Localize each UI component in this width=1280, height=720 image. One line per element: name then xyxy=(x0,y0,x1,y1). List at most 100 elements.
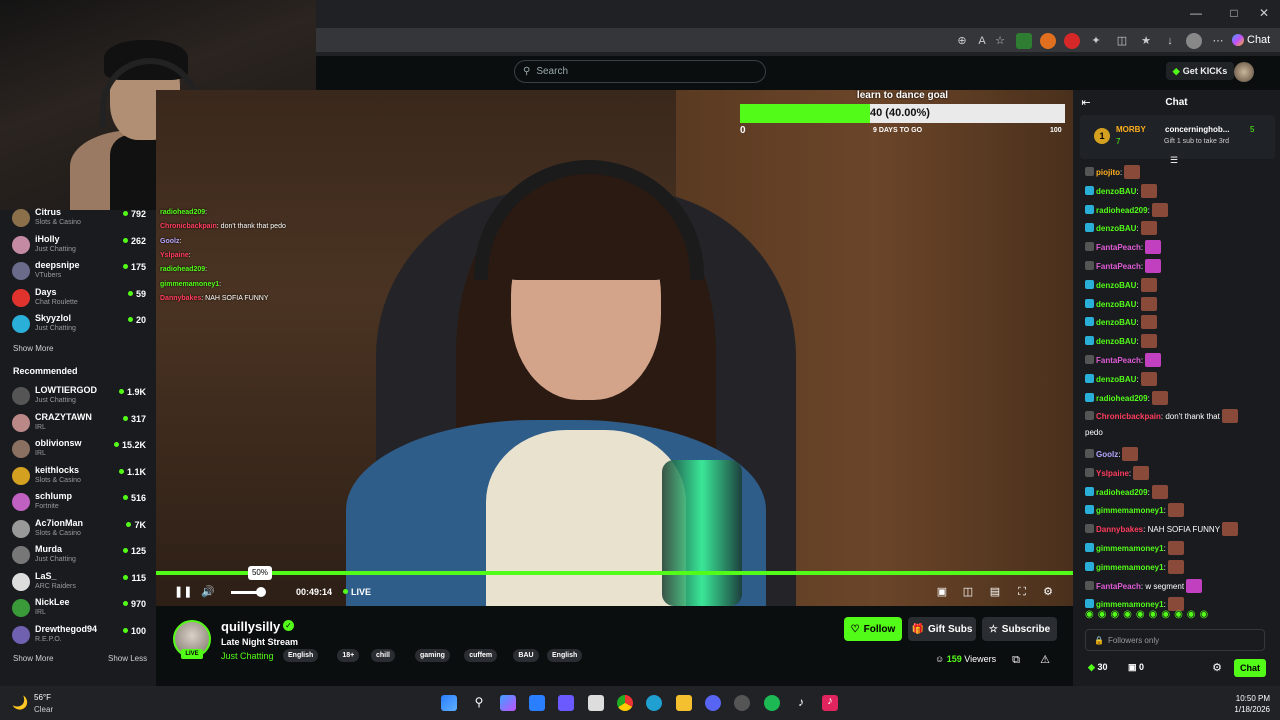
stream-category[interactable]: Just Chatting xyxy=(221,651,274,661)
chat-username[interactable]: radiohead209 xyxy=(1096,488,1148,497)
chat-username[interactable]: Goolz xyxy=(1096,450,1118,459)
filter-icon[interactable]: ☰ xyxy=(1170,155,1178,166)
fullscreen-icon[interactable]: ⛶ xyxy=(1015,585,1029,599)
copilot-chat-button[interactable]: Chat xyxy=(1232,31,1276,49)
chat-username[interactable]: FantaPeach xyxy=(1096,582,1141,591)
favorite-star-icon[interactable]: ☆ xyxy=(992,33,1008,49)
address-bar[interactable] xyxy=(316,28,1280,52)
sidebar-channel[interactable]: iHolly Just Chatting 262 xyxy=(12,233,152,259)
sidebar-channel[interactable]: Days Chat Roulette 59 xyxy=(12,286,152,312)
stream-tag[interactable]: English xyxy=(283,649,319,662)
pip-icon[interactable]: ▣ xyxy=(935,585,949,599)
app-icon[interactable] xyxy=(588,695,604,711)
minimize-icon[interactable]: — xyxy=(1186,6,1206,22)
sidebar-channel[interactable]: oblivionsw IRL 15.2K xyxy=(12,437,152,463)
leader-second-name[interactable]: concerninghob... xyxy=(1165,125,1229,134)
user-avatar[interactable] xyxy=(1234,62,1254,82)
subscribe-button[interactable]: ☆ Subscribe xyxy=(982,617,1057,641)
chat-username[interactable]: Dannybakes xyxy=(1096,525,1143,534)
volume-slider-handle[interactable] xyxy=(256,587,266,597)
chat-username[interactable]: Chronicbackpain xyxy=(1096,412,1161,421)
read-aloud-icon[interactable]: A xyxy=(974,33,990,49)
report-icon[interactable]: ⚠ xyxy=(1038,653,1052,667)
chat-username[interactable]: denzoBAU xyxy=(1096,318,1136,327)
show-more-following[interactable]: Show More xyxy=(13,344,53,353)
copilot-icon[interactable] xyxy=(500,695,516,711)
video-player[interactable] xyxy=(156,90,1073,606)
edge-icon[interactable] xyxy=(646,695,662,711)
sidebar-channel[interactable]: LaS_ ARC Raiders 115 xyxy=(12,570,152,596)
clock[interactable]: 10:50 PM 1/18/2026 xyxy=(1220,693,1270,715)
chat-username[interactable]: FantaPeach xyxy=(1096,243,1141,252)
more-menu-icon[interactable]: ⋯ xyxy=(1210,33,1226,49)
chat-username[interactable]: denzoBAU xyxy=(1096,375,1136,384)
sidebar-channel[interactable]: Skyyzlol Just Chatting 20 xyxy=(12,312,152,338)
sidebar-channel[interactable]: Murda Just Chatting 125 xyxy=(12,543,152,569)
chat-username[interactable]: gimmemamoney1 xyxy=(1096,506,1164,515)
search-icon[interactable]: ⚲ xyxy=(471,695,487,711)
maximize-icon[interactable]: □ xyxy=(1224,6,1244,22)
profile-icon[interactable] xyxy=(1186,33,1202,49)
clip-icon[interactable]: ◫ xyxy=(961,585,975,599)
sidebar-channel[interactable]: LOWTIERGOD Just Chatting 1.9K xyxy=(12,384,152,410)
spotify-icon[interactable] xyxy=(764,695,780,711)
pause-icon[interactable]: ❚❚ xyxy=(174,585,192,599)
close-icon[interactable]: ✕ xyxy=(1254,6,1274,22)
chat-username[interactable]: FantaPeach xyxy=(1096,356,1141,365)
share-icon[interactable]: ⧉ xyxy=(1009,653,1023,667)
chat-username[interactable]: denzoBAU xyxy=(1096,224,1136,233)
stream-tag[interactable]: chill xyxy=(371,649,396,662)
emote-quick-bar[interactable]: ◉◉◉◉◉◉◉◉◉◉ xyxy=(1085,609,1275,623)
sidebar-channel[interactable]: CRAZYTAWN IRL 317 xyxy=(12,411,152,437)
theater-mode-icon[interactable]: ▤ xyxy=(988,585,1002,599)
extension-icon[interactable] xyxy=(1040,33,1056,49)
extension-icon[interactable] xyxy=(1064,33,1080,49)
stream-tag[interactable]: gaming xyxy=(415,649,450,662)
chat-settings-icon[interactable]: ⚙ xyxy=(1210,661,1224,675)
gift-subs-button[interactable]: 🎁 Gift Subs xyxy=(908,617,976,641)
show-less-recommended[interactable]: Show Less xyxy=(108,654,147,663)
chat-username[interactable]: denzoBAU xyxy=(1096,281,1136,290)
follow-button[interactable]: ♡ Follow xyxy=(844,617,902,641)
stream-tag[interactable]: cuffem xyxy=(464,649,498,662)
sidebar-channel[interactable]: deepsnipe VTubers 175 xyxy=(12,259,152,285)
stream-tag[interactable]: English xyxy=(547,649,583,662)
file-explorer-icon[interactable] xyxy=(676,695,692,711)
favorites-icon[interactable]: ★ xyxy=(1138,33,1154,49)
chat-username[interactable]: FantaPeach xyxy=(1096,262,1141,271)
sidebar-channel[interactable]: NickLee IRL 970 xyxy=(12,596,152,622)
sidebar-channel[interactable]: schlump Fortnite 516 xyxy=(12,490,152,516)
chat-username[interactable]: piojito xyxy=(1096,168,1120,177)
settings-gear-icon[interactable]: ⚙ xyxy=(1041,585,1055,599)
chat-username[interactable]: denzoBAU xyxy=(1096,300,1136,309)
start-icon[interactable] xyxy=(441,695,457,711)
download-icon[interactable]: ↓ xyxy=(1162,33,1178,49)
chrome-icon[interactable] xyxy=(617,695,633,711)
live-indicator[interactable]: LIVE xyxy=(343,587,371,597)
chat-username[interactable]: radiohead209 xyxy=(1096,206,1148,215)
show-more-recommended[interactable]: Show More xyxy=(13,654,53,663)
stream-tag[interactable]: 18+ xyxy=(337,649,360,662)
chat-username[interactable]: gimmemamoney1 xyxy=(1096,563,1164,572)
discord-icon[interactable] xyxy=(705,695,721,711)
search-input[interactable]: ⚲ Search xyxy=(514,60,766,83)
split-screen-icon[interactable]: ◫ xyxy=(1114,33,1130,49)
volume-icon[interactable]: 🔊 xyxy=(201,585,215,599)
get-kicks-button[interactable]: ◆ Get KICKs xyxy=(1166,62,1234,80)
chat-send-button[interactable]: Chat xyxy=(1234,659,1266,677)
stream-tag[interactable]: BAU xyxy=(513,649,539,662)
tiktok-app-icon[interactable]: ♪ xyxy=(822,695,838,711)
chat-username[interactable]: radiohead209 xyxy=(1096,394,1148,403)
chat-username[interactable]: denzoBAU xyxy=(1096,337,1136,346)
chat-username[interactable]: gimmemamoney1 xyxy=(1096,544,1164,553)
outlook-icon[interactable] xyxy=(529,695,545,711)
live-progress-bar[interactable] xyxy=(156,571,1073,575)
chat-username[interactable]: Yslpaine xyxy=(1096,469,1129,478)
weather-temperature[interactable]: 56°F xyxy=(34,693,51,702)
sidebar-channel[interactable]: Ac7ionMan Slots & Casino 7K xyxy=(12,517,152,543)
chat-username[interactable]: denzoBAU xyxy=(1096,187,1136,196)
app-icon[interactable] xyxy=(558,695,574,711)
chat-input[interactable]: 🔒 Followers only xyxy=(1085,629,1265,651)
sidebar-channel[interactable]: Drewthegod94 R.E.P.O. 100 xyxy=(12,623,152,649)
leader-first-name[interactable]: MORBY xyxy=(1116,125,1146,134)
